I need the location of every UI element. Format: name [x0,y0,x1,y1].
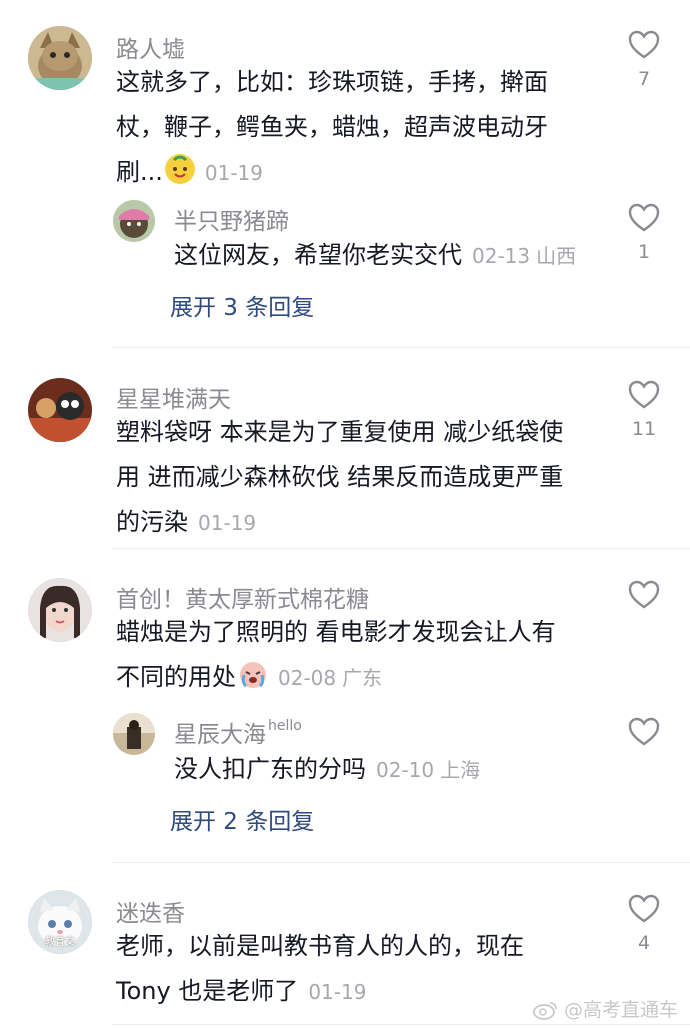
comment-author[interactable]: 星星堆满天 [116,380,231,414]
comment-text: 蜡烛是为了照明的 看电影才发现会让人有 不同的用处 02-08 广东 [116,610,596,701]
comment-text: 这就多了，比如：珍珠项链，手拷，擀面 杖，鞭子，鳄鱼夹，蜡烛，超声波电动牙 刷.… [116,60,586,196]
divider [112,1024,690,1025]
comment-text-line: 不同的用处 02-08 广东 [116,655,596,701]
reply-date: 02-10 [376,758,435,782]
reply-avatar[interactable] [113,200,155,242]
divider [112,347,690,348]
comment-text: 老师，以前是叫教书育人的人的，现在 Tony 也是老师了 01-19 [116,924,596,1015]
comment-text-line: 用 进而减少森林砍伐 结果反而造成更严重 [116,463,564,491]
comment-item: 路人墟 这就多了，比如：珍珠项链，手拷，擀面 杖，鞭子，鳄鱼夹，蜡烛，超声波电动… [0,0,690,350]
reply-location: 山西 [536,244,577,268]
heart-outline-icon [628,203,660,232]
reply-text-content: 没人扣广东的分吗 [174,755,366,783]
reply-text-content: 这位网友，希望你老实交代 [174,241,462,269]
like-count [624,755,664,779]
comment-item: 首创！黄太厚新式棉花糖 蜡烛是为了照明的 看电影才发现会让人有 不同的用处 02-… [0,550,690,862]
comment-author[interactable]: 路人墟 [116,30,185,64]
comment-text-line: Tony 也是老师了 01-19 [116,969,596,1015]
comment-author[interactable]: 首创！黄太厚新式棉花糖 [116,580,369,614]
comment-date: 01-19 [204,161,264,185]
reply-author[interactable]: 星辰大海 hello [174,715,302,749]
watermark-text: @高考直通车 [563,999,678,1021]
heart-outline-icon [628,580,660,609]
comment-date: 01-19 [308,980,367,1004]
divider [112,862,690,863]
comment-author[interactable]: 迷迭香 [116,894,185,928]
comment-text: 塑料袋呀 本来是为了重复使用 减少纸袋使 用 进而减少森林砍伐 结果反而造成更严… [116,410,596,546]
comment-text-line-content: 刷... [116,158,163,186]
like-button[interactable]: 11 [624,380,664,442]
watermark: @高考直通车 [532,995,678,1022]
like-button[interactable] [624,580,664,642]
comment-text-line-content: 的污染 [116,508,188,536]
weibo-icon [533,1002,557,1020]
expand-replies-button[interactable]: 展开 2 条回复 [170,802,314,836]
heart-outline-icon [628,894,660,923]
comment-text-line: 杖，鞭子，鳄鱼夹，蜡烛，超声波电动牙 [116,113,548,141]
like-button[interactable] [624,717,664,779]
comment-text-line: 这就多了，比如：珍珠项链，手拷，擀面 [116,68,548,96]
avatar[interactable] [28,578,92,642]
heart-outline-icon [628,380,660,409]
avatar[interactable] [28,378,92,442]
reply-author[interactable]: 半只野猪蹄 [174,202,289,236]
comment-date: 02-08 [278,666,337,690]
reply-date: 02-13 [472,244,531,268]
heart-outline-icon [628,30,660,59]
comment-date: 01-19 [198,511,257,535]
comment-text-line: 蜡烛是为了照明的 看电影才发现会让人有 [116,618,556,646]
avatar-caption: 教育文 [45,937,75,948]
comment-text-line: 刷... 01-19 [116,150,586,196]
smiling-face-emoji [164,154,195,184]
avatar[interactable] [28,26,92,90]
like-button[interactable]: 7 [624,30,664,92]
divider [112,548,690,549]
reply-avatar[interactable] [113,713,155,755]
comment-location: 广东 [342,666,383,690]
comment-text-line: 的污染 01-19 [116,500,596,546]
like-count [624,618,664,642]
expand-replies-button[interactable]: 展开 3 条回复 [170,288,314,322]
like-count: 11 [631,418,657,440]
comment-text-line-content: Tony 也是老师了 [116,977,299,1005]
heart-outline-icon [628,717,660,746]
comment-text-line: 老师，以前是叫教书育人的人的，现在 [116,932,524,960]
like-count: 4 [637,932,651,954]
like-count: 7 [637,68,651,90]
comment-text-line-content: 不同的用处 [116,663,236,691]
like-button[interactable]: 4 [624,894,664,956]
avatar[interactable]: 教育文 [28,890,92,954]
reply-text: 这位网友，希望你老实交代 02-13 山西 [174,233,604,279]
reply-location: 上海 [440,758,481,782]
comment-item: 星星堆满天 塑料袋呀 本来是为了重复使用 减少纸袋使 用 进而减少森林砍伐 结果… [0,350,690,548]
reply-author-suffix: hello [268,718,302,734]
crying-face-emoji [238,659,268,689]
reply-author-name: 星辰大海 [174,722,266,748]
like-count: 1 [637,241,651,263]
reply-text: 没人扣广东的分吗 02-10 上海 [174,747,604,793]
comment-text-line: 塑料袋呀 本来是为了重复使用 减少纸袋使 [116,418,564,446]
like-button[interactable]: 1 [624,203,664,265]
